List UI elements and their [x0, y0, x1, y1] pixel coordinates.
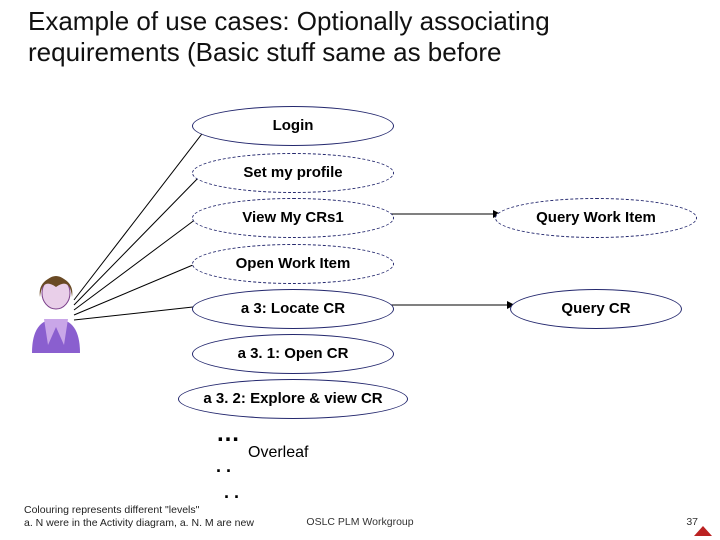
overleaf-label: Overleaf	[248, 444, 308, 462]
ellipsis-1: …	[216, 420, 240, 448]
page-title: Example of use cases: Optionally associa…	[28, 6, 688, 68]
footer-center: OSLC PLM Workgroup	[0, 516, 720, 528]
label: Query Work Item	[536, 210, 656, 227]
usecase-open-cr: a 3. 1: Open CR	[192, 334, 394, 374]
usecase-login: Login	[192, 106, 394, 146]
label: Query CR	[561, 301, 630, 318]
usecase-view-my-crs: View My CRs1	[192, 198, 394, 238]
usecase-query-work-item: Query Work Item	[495, 198, 697, 238]
label: Login	[273, 118, 314, 135]
usecase-set-profile: Set my profile	[192, 153, 394, 193]
label: a 3: Locate CR	[241, 301, 345, 318]
usecase-query-cr: Query CR	[510, 289, 682, 329]
label: a 3. 1: Open CR	[238, 346, 349, 363]
ellipsis-3: . .	[224, 482, 239, 503]
usecase-locate-cr: a 3: Locate CR	[192, 289, 394, 329]
label: View My CRs1	[242, 210, 343, 227]
actor-icon	[26, 275, 86, 353]
label: Set my profile	[243, 165, 342, 182]
slide: Example of use cases: Optionally associa…	[0, 0, 720, 540]
usecase-open-work-item: Open Work Item	[192, 244, 394, 284]
usecase-explore-view-cr: a 3. 2: Explore & view CR	[178, 379, 408, 419]
label: a 3. 2: Explore & view CR	[203, 391, 382, 408]
corner-triangle-icon	[694, 526, 712, 536]
legend-line-1: Colouring represents different "levels"	[24, 504, 254, 517]
label: Open Work Item	[236, 256, 351, 273]
ellipsis-2: . .	[216, 456, 231, 477]
